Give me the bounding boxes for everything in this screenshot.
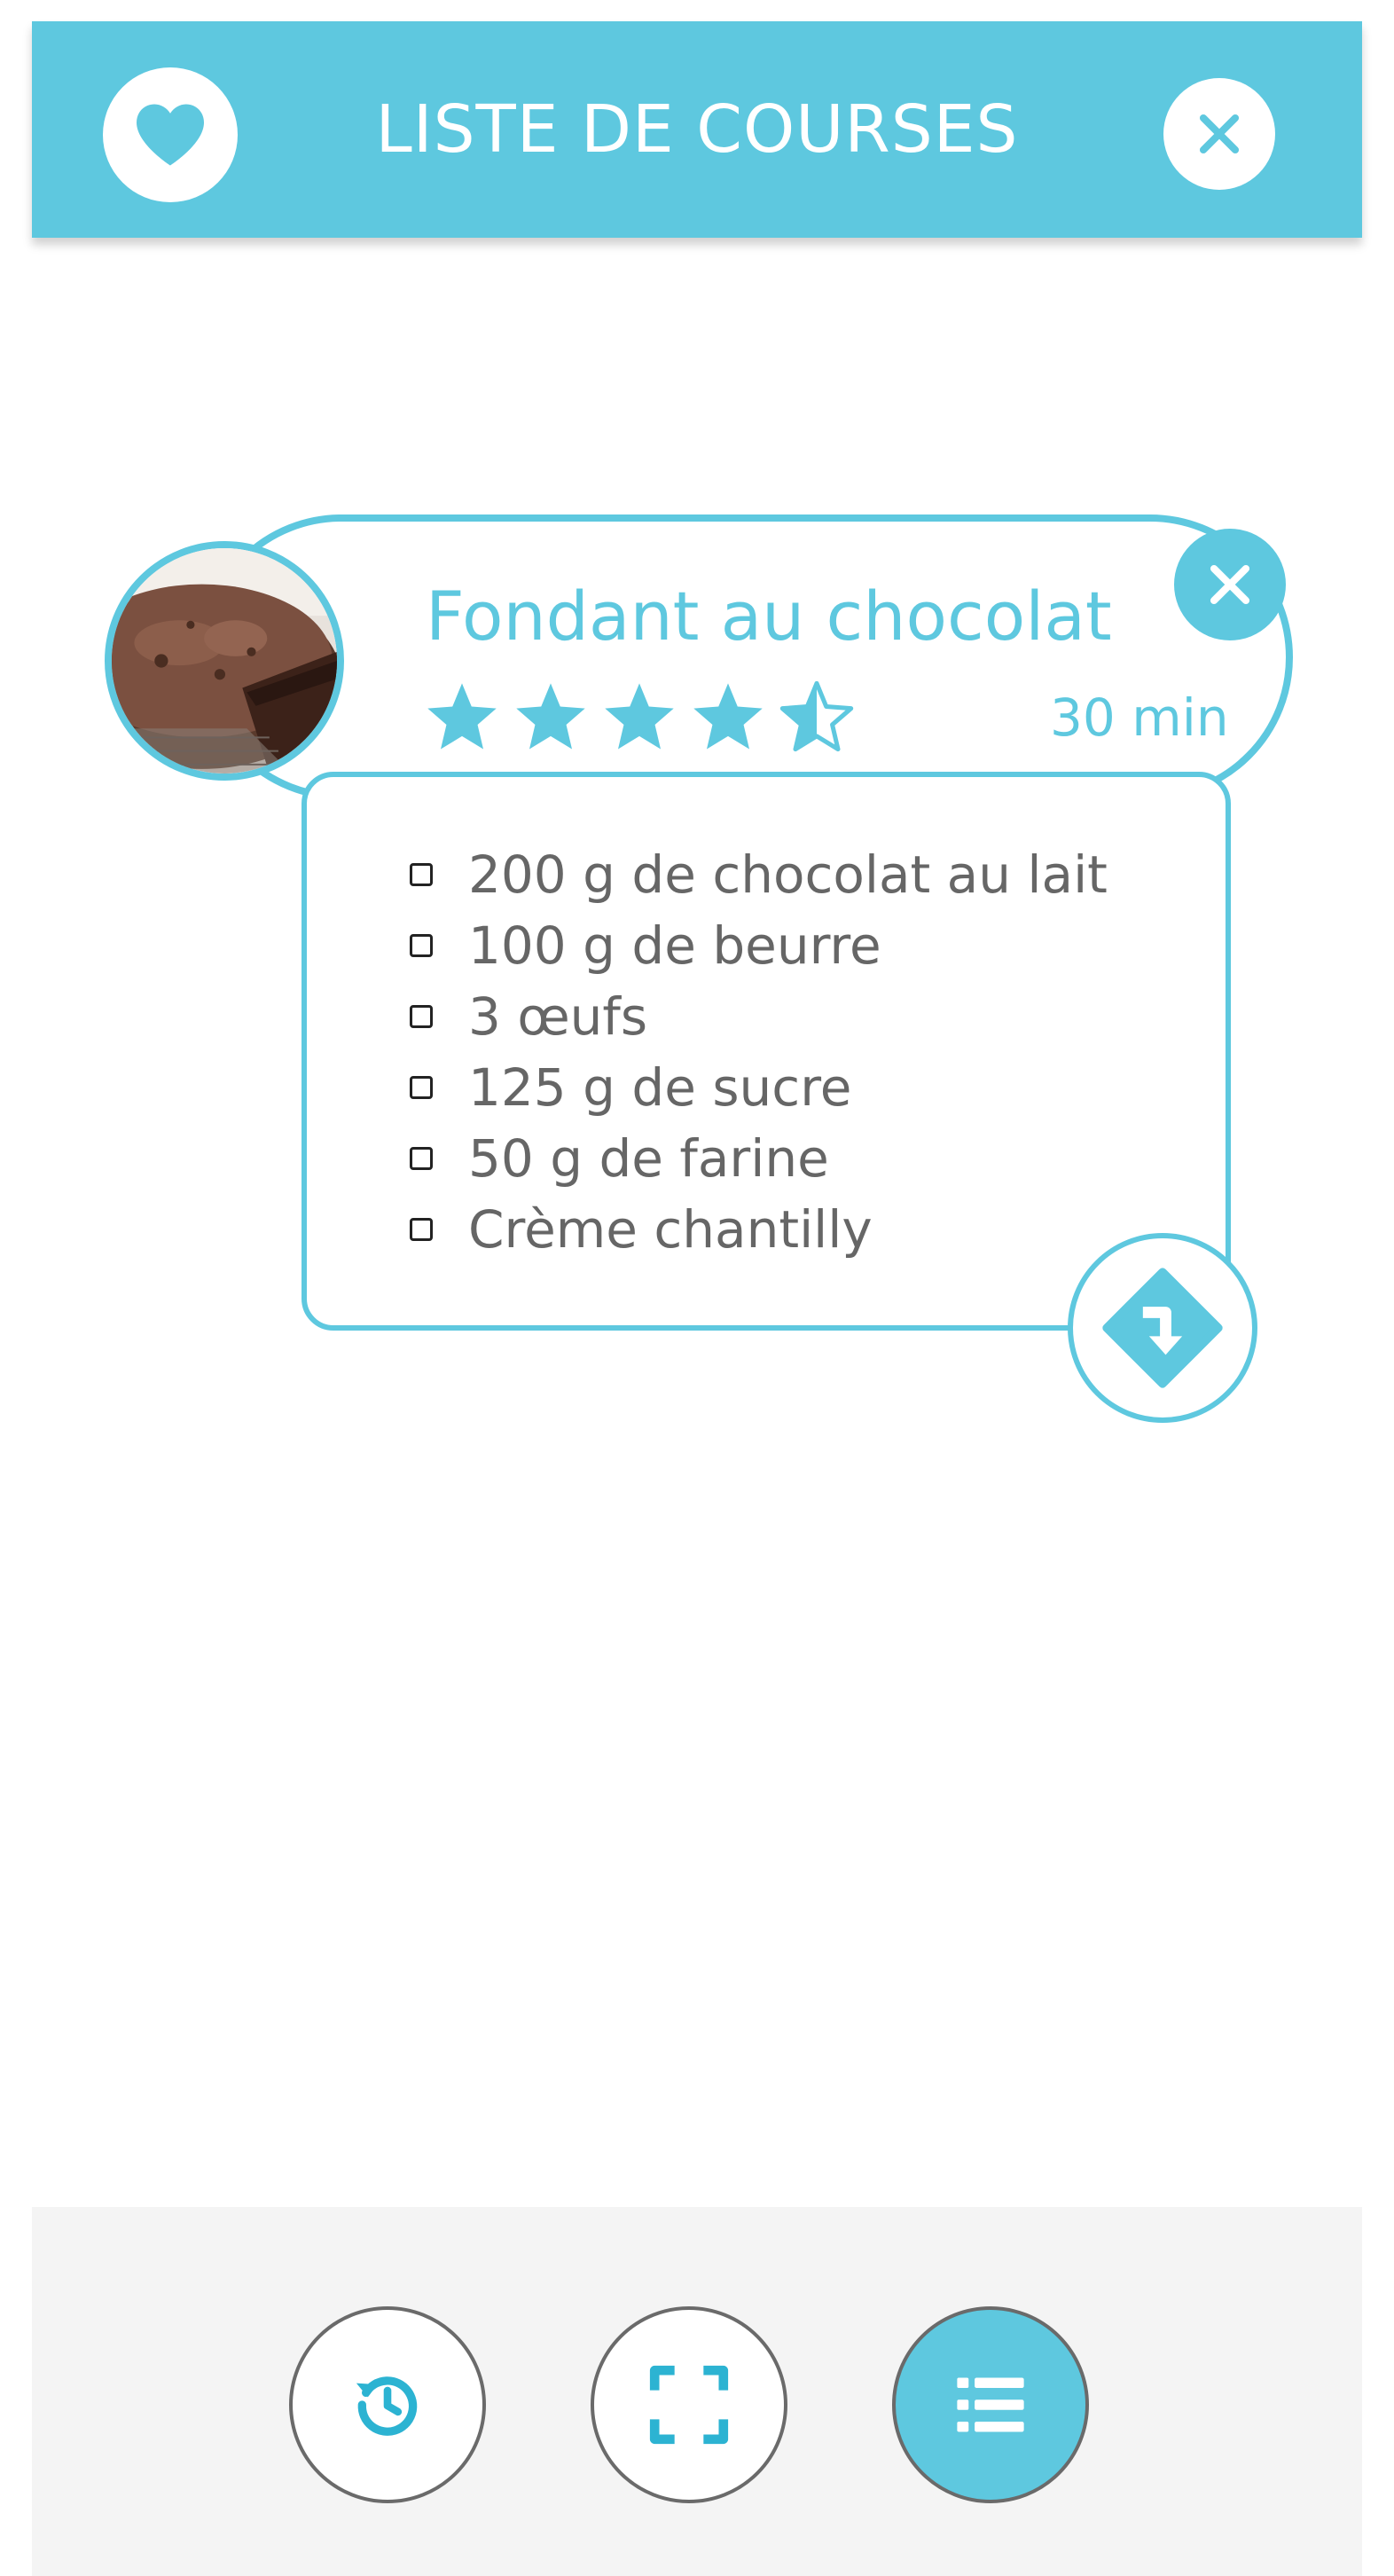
ingredient-item[interactable]: 125 g de sucre [410, 1052, 1108, 1123]
history-icon [356, 2376, 418, 2436]
star-half-icon [779, 680, 854, 752]
close-list-button[interactable] [1163, 78, 1275, 190]
scan-button[interactable] [591, 2306, 787, 2503]
recipe-rating [424, 679, 855, 755]
ingredient-label: 3 œufs [468, 986, 648, 1047]
ingredient-checkbox[interactable] [410, 863, 433, 886]
turn-right-diamond-icon [1102, 1268, 1223, 1388]
remove-recipe-button[interactable] [1174, 529, 1286, 640]
ingredient-label: 200 g de chocolat au lait [468, 844, 1108, 905]
recipe-title: Fondant au chocolat [426, 577, 1112, 656]
ingredient-label: 100 g de beurre [468, 915, 881, 976]
star-full-icon [605, 683, 674, 750]
star-full-icon [693, 683, 763, 750]
ingredient-checkbox[interactable] [410, 1076, 433, 1099]
star-full-icon [516, 683, 585, 750]
scan-icon [649, 2365, 729, 2445]
ingredient-item[interactable]: 100 g de beurre [410, 910, 1108, 981]
ingredient-label: 50 g de farine [468, 1128, 829, 1189]
ingredient-item[interactable]: 3 œufs [410, 981, 1108, 1052]
recipe-photo [105, 541, 344, 781]
star-full-icon [427, 683, 497, 750]
shopping-list-button[interactable] [892, 2306, 1089, 2503]
list-icon [957, 2377, 1024, 2432]
ingredient-item[interactable]: 200 g de chocolat au lait [410, 839, 1108, 910]
ingredients-list: 200 g de chocolat au lait 100 g de beurr… [410, 839, 1108, 1265]
page-title: LISTE DE COURSES [375, 91, 1019, 168]
ingredient-checkbox[interactable] [410, 1147, 433, 1170]
chocolate-cake-photo [112, 548, 337, 774]
close-icon [1199, 114, 1240, 154]
recipe-time: 30 min [1050, 687, 1229, 748]
app-header: LISTE DE COURSES [32, 21, 1362, 238]
directions-button[interactable] [1068, 1233, 1257, 1423]
history-button[interactable] [289, 2306, 486, 2503]
ingredient-checkbox[interactable] [410, 934, 433, 957]
ingredient-item[interactable]: Crème chantilly [410, 1194, 1108, 1265]
ingredient-label: 125 g de sucre [468, 1057, 852, 1118]
ingredient-checkbox[interactable] [410, 1218, 433, 1241]
close-icon [1210, 564, 1250, 605]
ingredient-item[interactable]: 50 g de farine [410, 1123, 1108, 1194]
ingredient-label: Crème chantilly [468, 1199, 873, 1260]
recipe-card [199, 514, 1293, 800]
ingredient-checkbox[interactable] [410, 1005, 433, 1028]
